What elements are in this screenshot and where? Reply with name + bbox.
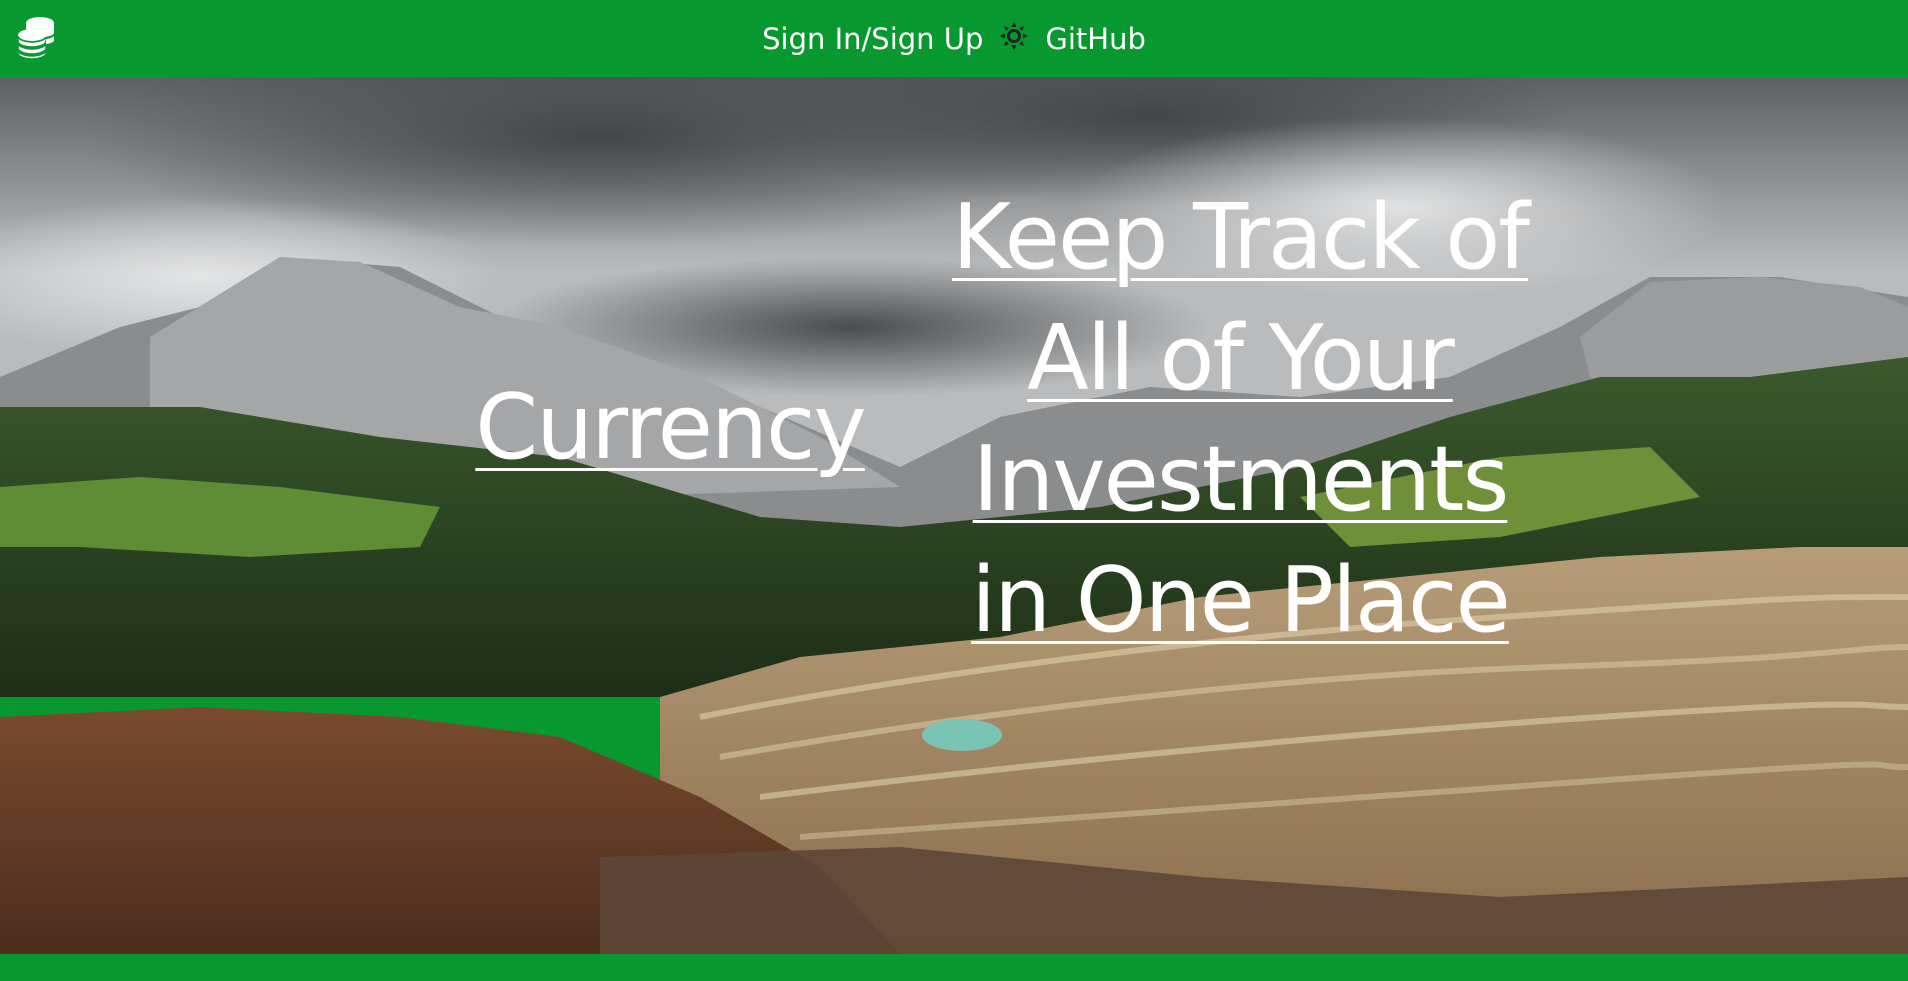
currency-heading-wrapper: Currency	[460, 367, 880, 488]
top-navbar: Sign In/Sign Up GitHub	[0, 0, 1908, 77]
currency-heading[interactable]: Currency	[460, 367, 880, 488]
github-link[interactable]: GitHub	[1045, 22, 1146, 56]
signin-signup-link[interactable]: Sign In/Sign Up	[762, 22, 983, 56]
tagline-heading: Keep Track of All of Your Investments in…	[952, 185, 1530, 653]
sun-icon[interactable]	[997, 19, 1031, 53]
hero-section: Currency Keep Track of All of Your Inves…	[0, 77, 1908, 954]
main-nav: Sign In/Sign Up GitHub	[0, 0, 1908, 77]
tagline-wrapper: Keep Track of All of Your Investments in…	[940, 177, 1540, 661]
footer-bar	[0, 954, 1908, 981]
